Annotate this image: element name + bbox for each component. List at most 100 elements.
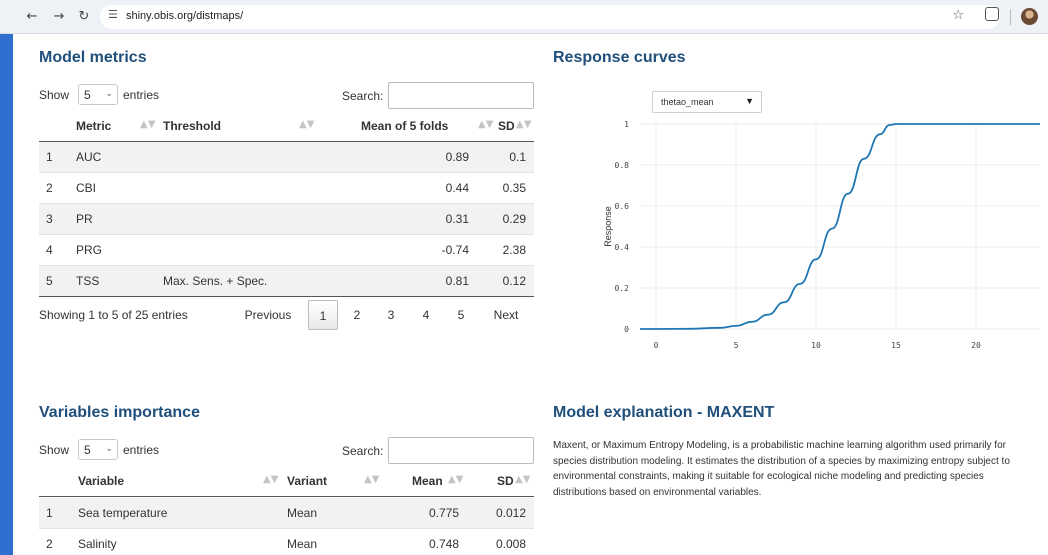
y-tick-label: 0.4: [615, 243, 630, 252]
variables-search-input[interactable]: [388, 437, 534, 464]
extensions-icon[interactable]: [985, 7, 999, 21]
browser-toolbar: ← → ↻ ☰ shiny.obis.org/distmaps/ ☆: [0, 0, 1048, 34]
toolbar-divider: [1010, 9, 1011, 25]
metrics-table-header: Metric ▲▼ Threshold ▲▼ Mean of 5 folds ▲…: [39, 110, 534, 142]
column-variant[interactable]: Variant: [287, 474, 327, 488]
row-index: 4: [46, 243, 53, 257]
entries-select[interactable]: 5 ⌄: [78, 439, 118, 460]
y-tick-label: 0: [624, 325, 629, 334]
table-row: 2 Salinity Mean 0.748 0.008: [39, 529, 534, 555]
forward-icon[interactable]: →: [50, 8, 68, 26]
x-tick-label: 5: [734, 341, 739, 350]
sort-icon[interactable]: ▲▼: [364, 474, 379, 485]
table-row: 1 Sea temperature Mean 0.775 0.012: [39, 498, 534, 529]
url-text[interactable]: shiny.obis.org/distmaps/: [126, 10, 243, 22]
table-info: Showing 1 to 5 of 25 entries: [39, 308, 188, 322]
variable-variant: Mean: [287, 537, 318, 551]
entries-select[interactable]: 5 ⌄: [78, 84, 118, 105]
row-index: 2: [46, 537, 53, 551]
window-edge: [0, 34, 13, 555]
page-button-1[interactable]: 1: [308, 300, 338, 330]
previous-button[interactable]: Previous: [236, 300, 300, 330]
dropdown-arrow-icon: ▼: [745, 96, 754, 106]
variable-mean: 0.775: [428, 506, 459, 520]
metric-threshold: Max. Sens. + Spec.: [163, 274, 268, 288]
variable-select[interactable]: thetao_mean ▼: [652, 91, 762, 113]
metrics-search-input[interactable]: [388, 82, 534, 109]
variable-select-value: thetao_mean: [661, 97, 714, 107]
table-row: 2 CBI 0.44 0.35: [39, 173, 534, 204]
variable-sd: 0.008: [495, 537, 526, 551]
sort-icon[interactable]: ▲▼: [478, 119, 493, 130]
metric-name: PR: [76, 212, 93, 226]
y-tick-label: 1: [624, 120, 629, 129]
y-tick-label: 0.2: [615, 284, 630, 293]
column-mean[interactable]: Mean of 5 folds: [361, 119, 448, 133]
table-row: 1 AUC 0.89 0.1: [39, 142, 534, 173]
sort-icon[interactable]: ▲▼: [448, 474, 463, 485]
show-label: Show: [39, 88, 70, 102]
column-mean[interactable]: Mean: [412, 474, 443, 488]
sort-icon[interactable]: ▲▼: [516, 119, 531, 130]
reload-icon[interactable]: ↻: [75, 8, 93, 26]
sort-icon[interactable]: ▲▼: [140, 119, 155, 130]
x-tick-label: 15: [891, 341, 901, 350]
sort-icon[interactable]: ▲▼: [263, 474, 278, 485]
variable-variant: Mean: [287, 506, 318, 520]
column-metric[interactable]: Metric: [76, 119, 111, 133]
x-tick-label: 20: [971, 341, 981, 350]
sort-icon[interactable]: ▲▼: [515, 474, 530, 485]
page-button-4[interactable]: 4: [411, 300, 441, 330]
metric-sd: 0.1: [509, 150, 526, 164]
metric-name: CBI: [76, 181, 97, 195]
row-index: 1: [46, 506, 53, 520]
search-label: Search:: [342, 89, 384, 103]
page-button-5[interactable]: 5: [446, 300, 476, 330]
entries-label: entries: [123, 443, 160, 457]
search-label: Search:: [342, 444, 384, 458]
site-settings-icon[interactable]: ☰: [108, 8, 118, 21]
y-tick-label: 0.6: [615, 202, 630, 211]
column-threshold[interactable]: Threshold: [163, 119, 221, 133]
y-axis-label: Response: [603, 206, 613, 247]
next-button[interactable]: Next: [484, 300, 528, 330]
variable-mean: 0.748: [428, 537, 459, 551]
metric-name: PRG: [76, 243, 103, 257]
chevron-down-icon: ⌄: [105, 88, 113, 98]
metric-sd: 2.38: [502, 243, 526, 257]
column-sd[interactable]: SD: [498, 119, 515, 133]
table-row: 3 PR 0.31 0.29: [39, 204, 534, 235]
response-curve-line: [640, 123, 1040, 330]
metric-sd: 0.35: [502, 181, 526, 195]
y-tick-label: 0.8: [615, 161, 630, 170]
entries-label: entries: [123, 88, 160, 102]
metric-mean: 0.31: [445, 212, 469, 226]
x-tick-label: 10: [811, 341, 821, 350]
address-bar[interactable]: ☰ shiny.obis.org/distmaps/ ☆: [100, 5, 1000, 29]
metric-name: AUC: [76, 150, 102, 164]
variable-name: Salinity: [78, 537, 117, 551]
response-curve-chart: 0 5 10 15 20 0 0.2 0.4 0.6 0.8 1 Response: [603, 120, 1040, 350]
page-button-3[interactable]: 3: [376, 300, 406, 330]
page-button-2[interactable]: 2: [342, 300, 372, 330]
variables-table-header: Variable ▲▼ Variant ▲▼ Mean ▲▼ SD ▲▼: [39, 465, 534, 497]
table-row: 5 TSS Max. Sens. + Spec. 0.81 0.12: [39, 266, 534, 297]
back-icon[interactable]: ←: [23, 8, 41, 26]
show-label: Show: [39, 443, 70, 457]
model-explanation-text: Maxent, or Maximum Entropy Modeling, is …: [553, 440, 1010, 498]
metric-mean: 0.81: [445, 274, 469, 288]
row-index: 2: [46, 181, 53, 195]
profile-avatar[interactable]: [1021, 8, 1038, 25]
x-tick-label: 0: [654, 341, 659, 350]
row-index: 1: [46, 150, 53, 164]
entries-select-value: 5: [84, 443, 91, 457]
column-sd[interactable]: SD: [497, 474, 514, 488]
row-index: 3: [46, 212, 53, 226]
variable-name: Sea temperature: [78, 506, 168, 520]
bookmark-star-icon[interactable]: ☆: [952, 8, 964, 23]
table-row: 4 PRG -0.74 2.38: [39, 235, 534, 266]
column-variable[interactable]: Variable: [78, 474, 124, 488]
chevron-down-icon: ⌄: [105, 443, 113, 453]
metric-name: TSS: [76, 274, 100, 288]
sort-icon[interactable]: ▲▼: [299, 119, 314, 130]
